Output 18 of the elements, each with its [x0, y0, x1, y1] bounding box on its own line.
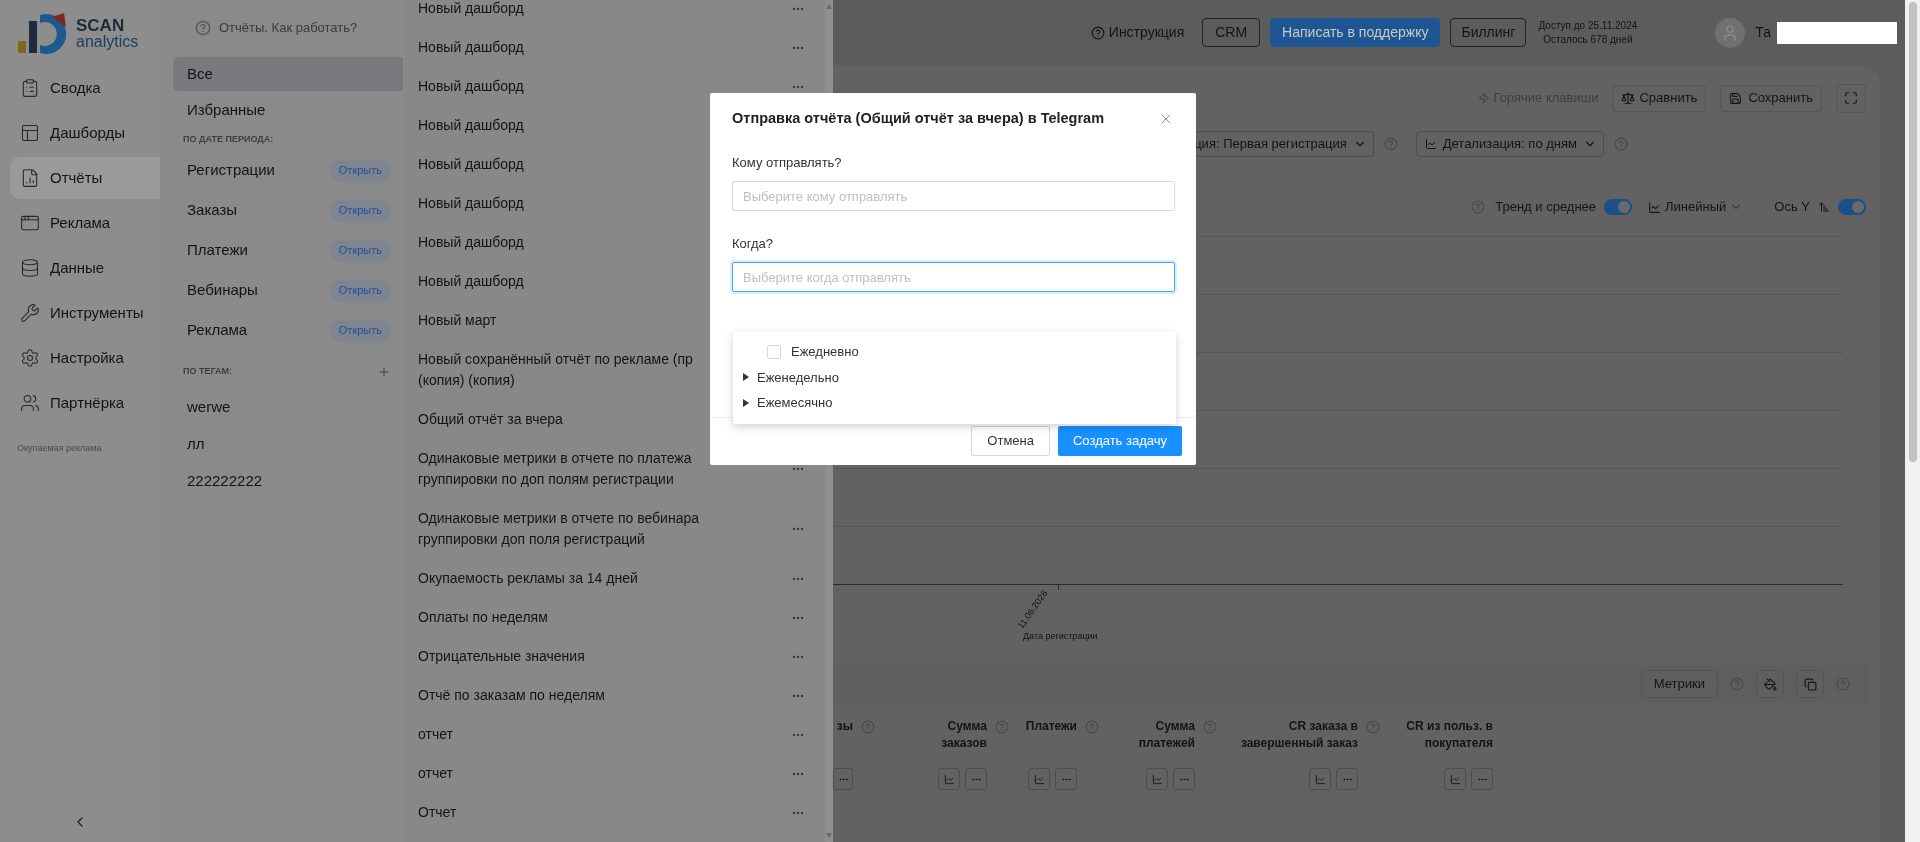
- field-label: Кому отправлять?: [732, 154, 843, 172]
- days-left: Осталось 678 дней: [1543, 32, 1633, 47]
- modal-title: Отправка отчёта (Общий отчёт за вчера) в Telegram: [732, 109, 1105, 129]
- x-axis-title: Дата регистрации: [1023, 630, 1098, 643]
- period-label: Платежи: [187, 240, 248, 261]
- period-label: Регистрации: [187, 160, 275, 181]
- logo-title: SCAN: [76, 16, 126, 34]
- period-label: Заказы: [187, 200, 238, 221]
- axis-label: Ось Y: [1774, 198, 1810, 217]
- trend-label: Тренд и среднее: [1495, 198, 1597, 217]
- nav-note: Окупаемая реклама: [16, 442, 103, 455]
- period-label: Вебинары: [187, 280, 258, 301]
- period-label: Реклама: [187, 320, 248, 341]
- logo-subtitle: analytics: [76, 33, 139, 50]
- field-label: Когда?: [732, 235, 774, 253]
- section-heading: ПО ДАТЕ ПЕРИОДА:: [182, 133, 275, 146]
- section-heading: ПО ТЕГАМ:: [183, 364, 232, 378]
- access-date: Доступ до 25.11.2024: [1538, 18, 1638, 33]
